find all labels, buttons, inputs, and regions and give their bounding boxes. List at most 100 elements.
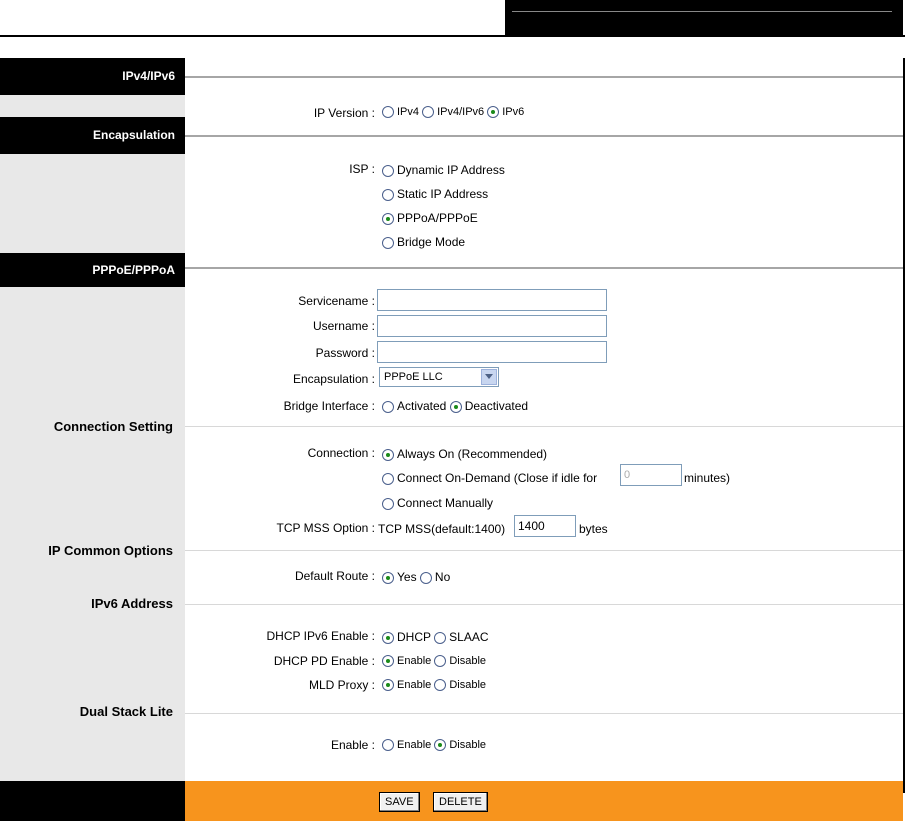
- isp-option-dynamic[interactable]: Dynamic IP Address: [382, 163, 505, 177]
- mld-proxy-label: MLD Proxy :: [308, 678, 375, 692]
- servicename-label: Servicename :: [298, 294, 375, 308]
- dhcp-pd-disable-label: Disable: [449, 655, 487, 667]
- default-route-group[interactable]: Yes No: [382, 570, 450, 584]
- dhcp-radio[interactable]: [382, 632, 394, 644]
- isp-static-label: Static IP Address: [397, 187, 489, 201]
- mld-enable-radio[interactable]: [382, 679, 394, 691]
- connection-manual[interactable]: Connect Manually: [382, 496, 493, 510]
- section-header-encapsulation: Encapsulation: [0, 117, 185, 154]
- mld-proxy-group[interactable]: Enable Disable: [382, 679, 486, 691]
- bridge-interface-label: Bridge Interface :: [283, 399, 375, 413]
- mld-disable-radio[interactable]: [434, 679, 447, 691]
- section-header-ipv4ipv6: IPv4/IPv6: [0, 58, 185, 95]
- dslite-enable-radio[interactable]: [382, 739, 394, 751]
- encapsulation-select-value: PPPoE LLC: [384, 371, 443, 383]
- top-banner-line: [512, 11, 892, 12]
- dslite-disable-radio[interactable]: [434, 739, 447, 751]
- password-input[interactable]: [377, 341, 607, 363]
- slaac-radio[interactable]: [434, 632, 447, 644]
- default-route-label: Default Route :: [294, 569, 375, 583]
- mld-disable-label: Disable: [449, 679, 487, 691]
- manual-radio[interactable]: [382, 498, 394, 510]
- tcp-mss-label: TCP MSS Option :: [276, 521, 375, 535]
- isp-dynamic-label: Dynamic IP Address: [397, 163, 505, 177]
- username-label: Username :: [312, 319, 375, 333]
- username-input[interactable]: [377, 315, 607, 337]
- on-demand-label: Connect On-Demand (Close if idle for: [397, 471, 598, 485]
- default-route-no-label: No: [434, 570, 451, 584]
- dslite-enable-label: Enable :: [330, 738, 375, 752]
- chevron-down-icon[interactable]: [481, 369, 497, 385]
- tcp-mss-input[interactable]: [514, 515, 576, 537]
- isp-option-bridge[interactable]: Bridge Mode: [382, 235, 465, 249]
- dhcp-pd-enable-radio[interactable]: [382, 655, 394, 667]
- ip-version-ipv4-label: IPv4: [397, 106, 420, 118]
- isp-option-pppoe[interactable]: PPPoA/PPPoE: [382, 211, 478, 225]
- default-route-no-radio[interactable]: [419, 572, 432, 584]
- footer-bar: [185, 781, 903, 821]
- dslite-disable-option-label: Disable: [449, 739, 487, 751]
- manual-label: Connect Manually: [397, 496, 494, 510]
- section-label-dslite: Dual Stack Lite: [79, 704, 173, 719]
- dhcp-ipv6-label: DHCP IPv6 Enable :: [266, 629, 376, 643]
- section-divider: [185, 135, 903, 137]
- ip-version-ipv4ipv6-label: IPv4/IPv6: [437, 106, 485, 118]
- always-on-label: Always On (Recommended): [397, 447, 548, 461]
- dslite-enable-option-label: Enable: [397, 739, 432, 751]
- bridge-deactivated-label: Deactivated: [464, 399, 529, 413]
- delete-button[interactable]: DELETE: [433, 792, 488, 812]
- section-divider: [185, 76, 903, 78]
- dhcp-pd-enable-label: Enable: [397, 655, 432, 667]
- always-on-radio[interactable]: [382, 449, 394, 461]
- default-route-yes-label: Yes: [397, 570, 417, 584]
- ip-version-group[interactable]: IPv4 IPv4/IPv6 IPv6: [382, 106, 524, 118]
- top-divider: [0, 35, 905, 37]
- isp-static-radio[interactable]: [382, 189, 394, 201]
- ip-version-ipv6-radio[interactable]: [487, 106, 500, 118]
- footer-left: [0, 781, 185, 821]
- connection-always-on[interactable]: Always On (Recommended): [382, 447, 547, 461]
- mld-enable-label: Enable: [397, 679, 432, 691]
- dhcp-ipv6-group[interactable]: DHCP SLAAC: [382, 630, 489, 644]
- isp-label: ISP :: [349, 162, 375, 176]
- dhcp-pd-disable-radio[interactable]: [434, 655, 447, 667]
- dhcp-pd-label: DHCP PD Enable :: [273, 654, 375, 668]
- isp-bridge-radio[interactable]: [382, 237, 394, 249]
- on-demand-suffix: minutes): [684, 471, 731, 485]
- on-demand-radio[interactable]: [382, 473, 394, 485]
- ip-version-ipv6-label: IPv6: [502, 106, 525, 118]
- section-label-ip-common: IP Common Options: [48, 543, 173, 558]
- ip-version-ipv4-radio[interactable]: [382, 106, 394, 118]
- bridge-interface-group[interactable]: Activated Deactivated: [382, 399, 528, 413]
- section-divider: [185, 550, 903, 551]
- bridge-deactivated-radio[interactable]: [449, 401, 462, 413]
- slaac-label: SLAAC: [449, 630, 489, 644]
- isp-pppoe-radio[interactable]: [382, 213, 394, 225]
- section-label-connection-setting: Connection Setting: [53, 419, 173, 434]
- dhcp-label: DHCP: [397, 630, 431, 644]
- idle-minutes-input[interactable]: [620, 464, 682, 486]
- isp-option-static[interactable]: Static IP Address: [382, 187, 488, 201]
- section-divider: [185, 604, 903, 605]
- section-label-ipv6-address: IPv6 Address: [91, 596, 173, 611]
- isp-dynamic-radio[interactable]: [382, 165, 394, 177]
- top-banner-box: [505, 0, 903, 35]
- isp-pppoe-label: PPPoA/PPPoE: [397, 211, 478, 225]
- password-label: Password :: [315, 346, 375, 360]
- servicename-input[interactable]: [377, 289, 607, 311]
- ip-version-ipv4ipv6-radio[interactable]: [422, 106, 435, 118]
- section-divider: [185, 267, 903, 269]
- default-route-yes-radio[interactable]: [382, 572, 394, 584]
- connection-on-demand[interactable]: Connect On-Demand (Close if idle for: [382, 471, 597, 485]
- encapsulation-select[interactable]: PPPoE LLC: [379, 367, 499, 387]
- tcp-mss-unit: bytes: [579, 522, 608, 536]
- save-button[interactable]: SAVE: [379, 792, 420, 812]
- isp-bridge-label: Bridge Mode: [397, 235, 466, 249]
- dhcp-pd-group[interactable]: Enable Disable: [382, 655, 486, 667]
- section-header-pppoe: PPPoE/PPPoA: [0, 253, 185, 287]
- bridge-activated-radio[interactable]: [382, 401, 394, 413]
- encapsulation-label: Encapsulation :: [292, 372, 375, 386]
- tcp-mss-text: TCP MSS(default:1400): [378, 522, 506, 536]
- dslite-group[interactable]: Enable Disable: [382, 739, 486, 751]
- ip-version-label: IP Version :: [313, 106, 375, 120]
